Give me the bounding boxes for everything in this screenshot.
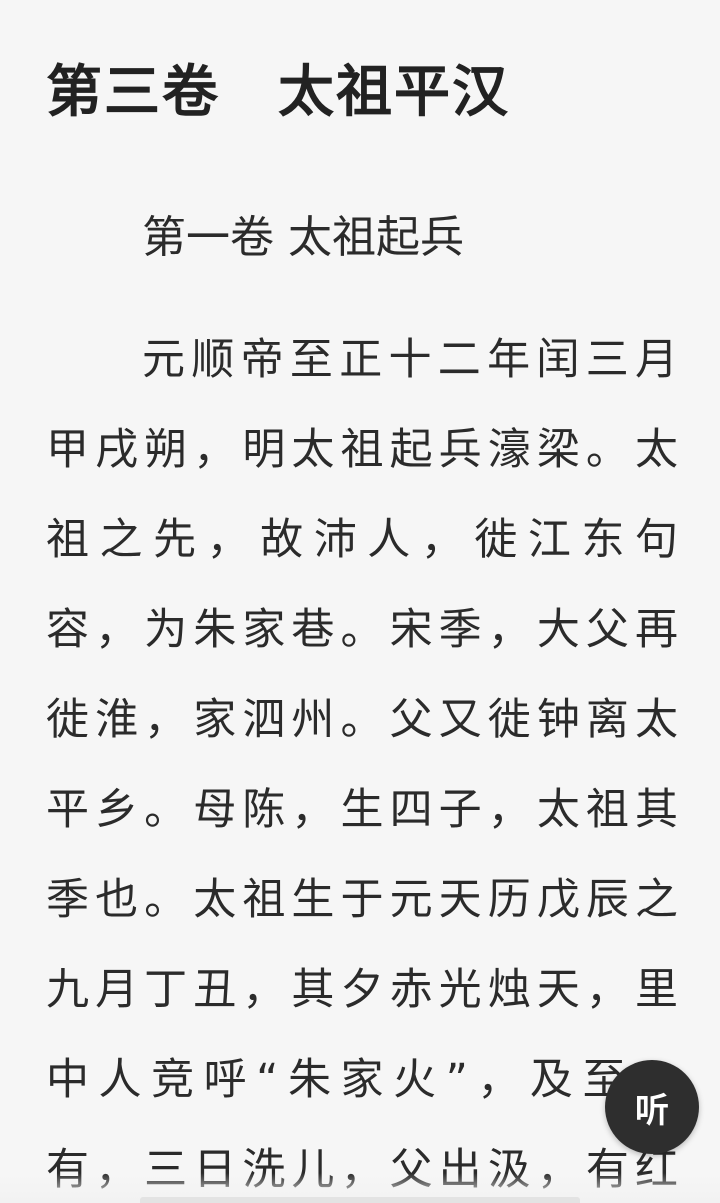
chapter-title: 第一卷 太祖起兵 — [142, 212, 464, 263]
listen-button[interactable]: 听 — [605, 1060, 699, 1154]
text-line: 中人竞呼“朱家火”，及至， — [46, 1055, 678, 1105]
text-line: 平乡。母陈，生四子，太祖其 — [46, 785, 678, 835]
chapter-text: 元顺帝至正十二年闰三月 甲戌朔，明太祖起兵濠梁。太 祖之先，故沛人，徙江东句 容… — [46, 326, 678, 1203]
bottom-handle[interactable] — [140, 1197, 580, 1203]
book-title: 第三卷 太祖平汉 — [46, 59, 510, 125]
text-line: 九月丁丑，其夕赤光烛天，里 — [46, 965, 678, 1015]
text-line: 容，为朱家巷。宋季，大父再 — [46, 605, 678, 655]
reader-page: 第三卷 太祖平汉 第一卷 太祖起兵 元顺帝至正十二年闰三月 甲戌朔，明太祖起兵濠… — [0, 0, 720, 1203]
text-line: 徙淮，家泗州。父又徙钟离太 — [46, 695, 678, 745]
listen-icon: 听 — [635, 1090, 669, 1131]
text-line: 甲戌朔，明太祖起兵濠梁。太 — [46, 425, 678, 475]
text-line: 祖之先，故沛人，徙江东句 — [46, 515, 678, 565]
text-line: 元顺帝至正十二年闰三月 — [142, 335, 678, 385]
text-line: 季也。太祖生于元天历戊辰之 — [46, 875, 678, 925]
